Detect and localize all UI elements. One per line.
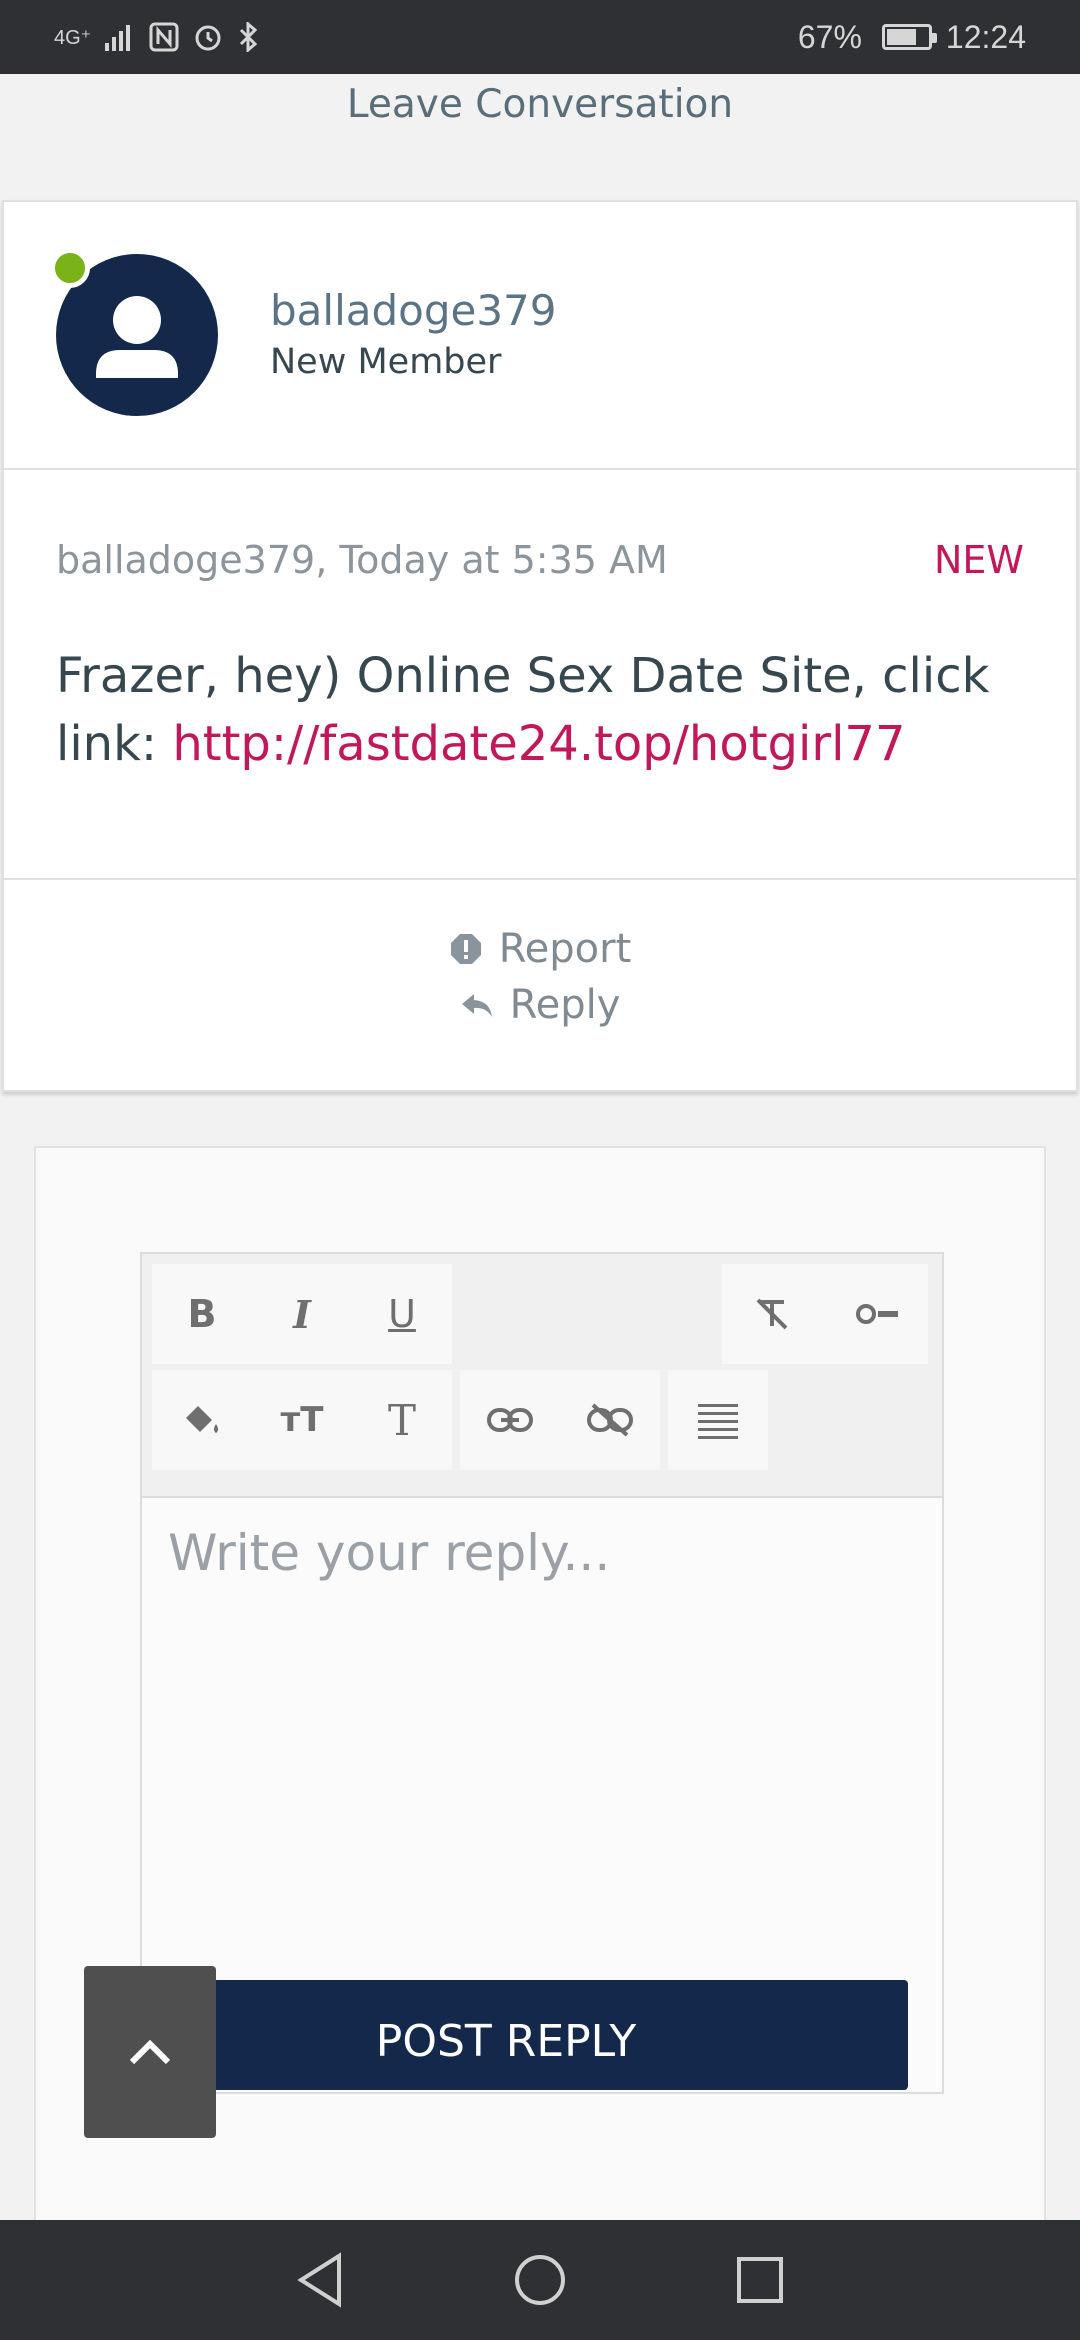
report-button[interactable]: Report [4, 926, 1076, 972]
align-button[interactable] [668, 1370, 768, 1470]
message-card: balladoge379 New Member balladoge379, To… [2, 200, 1078, 1092]
report-label: Report [498, 926, 632, 972]
chevron-up-icon [129, 2039, 171, 2065]
align-justify-icon [698, 1404, 738, 1439]
text-color-button[interactable] [152, 1370, 252, 1470]
message-text: Frazer, hey) Online Sex Date Site, click… [56, 642, 1016, 778]
toolbar-group-align [668, 1370, 768, 1470]
status-right: 67% 12:24 [798, 19, 1026, 56]
battery-fill [886, 29, 917, 45]
insert-link-button[interactable] [460, 1370, 560, 1470]
italic-button[interactable]: I [252, 1264, 352, 1364]
toggle-bbcode-button[interactable] [828, 1264, 928, 1364]
bold-button[interactable]: B [152, 1264, 252, 1364]
clock: 12:24 [945, 18, 1026, 55]
online-indicator [50, 248, 90, 288]
scroll-to-top-button[interactable] [84, 1966, 216, 2138]
message-body: balladoge379, Today at 5:35 AM NEW Fraze… [4, 470, 1076, 880]
toolbar-group-link [460, 1370, 660, 1470]
battery-percent: 67% [797, 18, 862, 55]
system-nav-bar [0, 2220, 1080, 2340]
back-triangle-icon [297, 2252, 341, 2308]
status-bar: 4G⁺ 67% 12:24 [0, 0, 1080, 74]
font-family-icon: T [387, 1395, 416, 1445]
font-size-icon: тT [280, 1400, 324, 1440]
message-meta: balladoge379, Today at 5:35 AM [56, 538, 668, 582]
user-title: New Member [270, 342, 502, 382]
toolbar-group-format: B I U [152, 1264, 452, 1364]
reply-label: Reply [509, 982, 621, 1028]
reply-editor: B I U тT T Write your reply... [140, 1252, 944, 2094]
signal-icon [105, 23, 135, 51]
remove-format-icon [756, 1298, 788, 1330]
home-circle-icon [515, 2255, 565, 2305]
alarm-icon [193, 22, 223, 52]
link-icon [487, 1408, 533, 1432]
remove-format-button[interactable] [722, 1264, 822, 1364]
leave-conversation-link[interactable]: Leave Conversation [0, 82, 1080, 127]
unlink-icon [587, 1403, 633, 1437]
network-type: 4G⁺ [54, 26, 92, 49]
message-link[interactable]: http://fastdate24.top/hotgirl77 [172, 716, 905, 772]
status-left: 4G⁺ [54, 22, 259, 52]
battery-icon [881, 24, 937, 50]
font-size-button[interactable]: тT [252, 1370, 352, 1470]
message-user-section: balladoge379 New Member [4, 202, 1076, 470]
nav-home-button[interactable] [510, 2250, 570, 2310]
nfc-icon [149, 22, 179, 52]
toolbar-group-font: тT T [152, 1370, 452, 1470]
message-actions: Report Reply [4, 880, 1076, 1094]
nav-recents-button[interactable] [730, 2250, 790, 2310]
bold-icon: B [187, 1292, 217, 1336]
report-icon [450, 934, 481, 964]
new-badge: NEW [933, 538, 1024, 582]
paint-bucket-icon [186, 1406, 218, 1433]
italic-icon: I [293, 1291, 311, 1337]
post-reply-button[interactable]: POST REPLY [104, 1980, 908, 2090]
nav-back-button[interactable] [290, 2250, 350, 2310]
toolbar-group-misc [722, 1264, 928, 1364]
toggle-icon [856, 1304, 898, 1324]
username-link[interactable]: balladoge379 [270, 286, 557, 335]
bluetooth-icon [237, 22, 259, 52]
editor-toolbar: B I U тT T [142, 1254, 942, 1498]
font-family-button[interactable]: T [352, 1370, 452, 1470]
underline-button[interactable]: U [352, 1264, 452, 1364]
underline-icon: U [388, 1292, 416, 1336]
reply-icon [461, 994, 492, 1017]
recents-square-icon [737, 2257, 783, 2303]
reply-button[interactable]: Reply [4, 982, 1076, 1028]
remove-link-button[interactable] [560, 1370, 660, 1470]
